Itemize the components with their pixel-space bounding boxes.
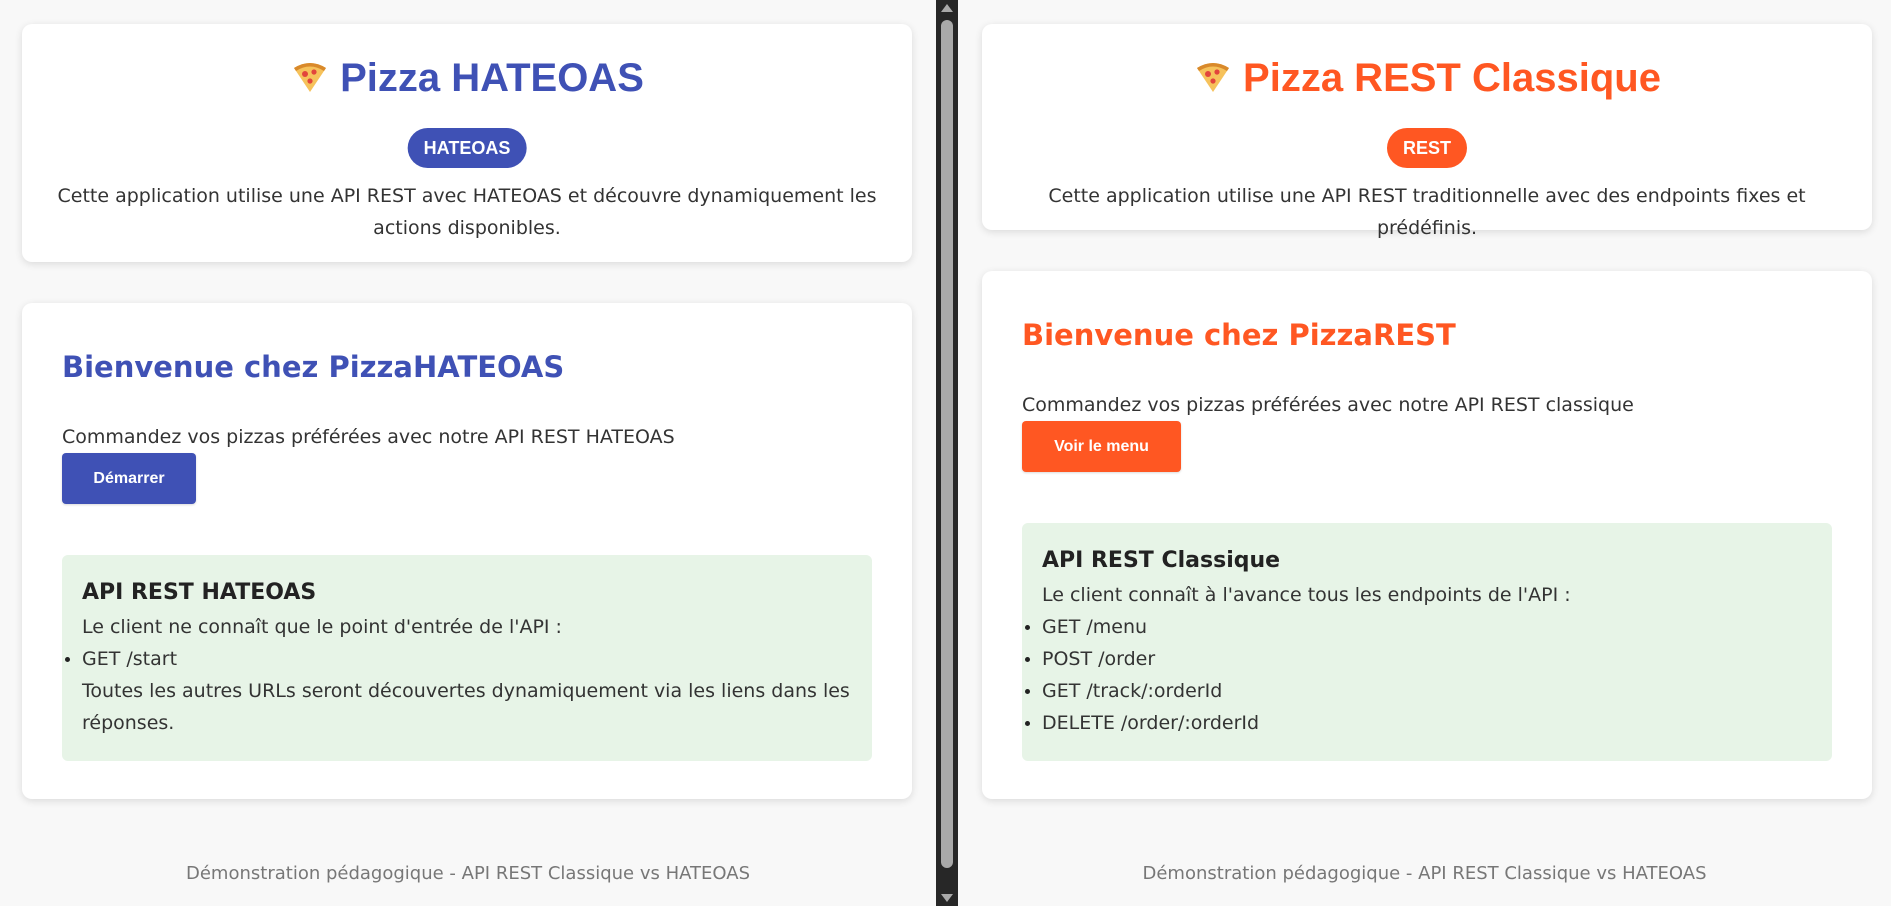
hateoas-title: Pizza HATEOAS [22,58,912,98]
rest-badge: REST [1386,128,1468,168]
rest-welcome-heading: Bienvenue chez PizzaREST [1022,318,1456,352]
scrollbar-thumb[interactable] [941,20,953,868]
pizza-slice-icon [294,63,327,93]
rest-header-card: Pizza REST Classique REST Cette applicat… [982,24,1872,239]
scroll-down-arrow-icon[interactable] [941,894,953,902]
hateoas-info-note: Toutes les autres URLs seront découverte… [82,680,850,734]
scroll-up-arrow-icon[interactable] [941,4,953,12]
rest-footer: Démonstration pédagogique - API REST Cla… [1142,863,1707,884]
rest-main-card: Bienvenue chez PizzaREST Commandez vos p… [982,271,1872,799]
list-item: DELETE /order/:orderId [1024,707,1259,739]
rest-info-box: API REST Classique Le client connaît à l… [1022,523,1832,761]
rest-info-intro: Le client connaît à l'avance tous les en… [1042,584,1571,606]
list-item: GET /start [64,643,177,675]
hateoas-title-text: Pizza HATEOAS [340,56,644,100]
hateoas-info-box: API REST HATEOAS Le client ne connaît qu… [62,555,872,761]
list-item: POST /order [1024,643,1259,675]
hateoas-main-card: Bienvenue chez PizzaHATEOAS Commandez vo… [22,303,912,799]
start-button[interactable]: Démarrer [62,453,196,504]
hateoas-badge: HATEOAS [407,128,527,168]
hateoas-footer: Démonstration pédagogique - API REST Cla… [186,863,750,884]
hateoas-endpoint-list: GET /start [64,643,177,675]
rest-lead-text: Commandez vos pizzas préférées avec notr… [1022,394,1634,416]
hateoas-info-heading: API REST HATEOAS [82,580,317,605]
rest-pane: Pizza REST Classique REST Cette applicat… [958,0,1891,906]
list-item: GET /menu [1024,611,1259,643]
hateoas-description: Cette application utilise une API REST a… [57,185,877,239]
rest-info-heading: API REST Classique [1042,548,1281,573]
view-menu-button[interactable]: Voir le menu [1022,421,1181,472]
hateoas-welcome-heading: Bienvenue chez PizzaHATEOAS [62,350,565,384]
hateoas-pane: Pizza HATEOAS HATEOAS Cette application … [0,0,936,906]
rest-title: Pizza REST Classique [982,58,1872,98]
rest-endpoint-list: GET /menu POST /order GET /track/:orderI… [1024,611,1259,739]
pizza-slice-icon [1197,63,1230,93]
rest-description: Cette application utilise une API REST t… [1048,185,1806,239]
hateoas-header-card: Pizza HATEOAS HATEOAS Cette application … [22,24,912,262]
hateoas-lead-text: Commandez vos pizzas préférées avec notr… [62,426,675,448]
pane-splitter-scrollbar[interactable] [936,0,958,906]
hateoas-info-intro: Le client ne connaît que le point d'entr… [82,616,562,638]
rest-title-text: Pizza REST Classique [1243,56,1661,100]
list-item: GET /track/:orderId [1024,675,1259,707]
